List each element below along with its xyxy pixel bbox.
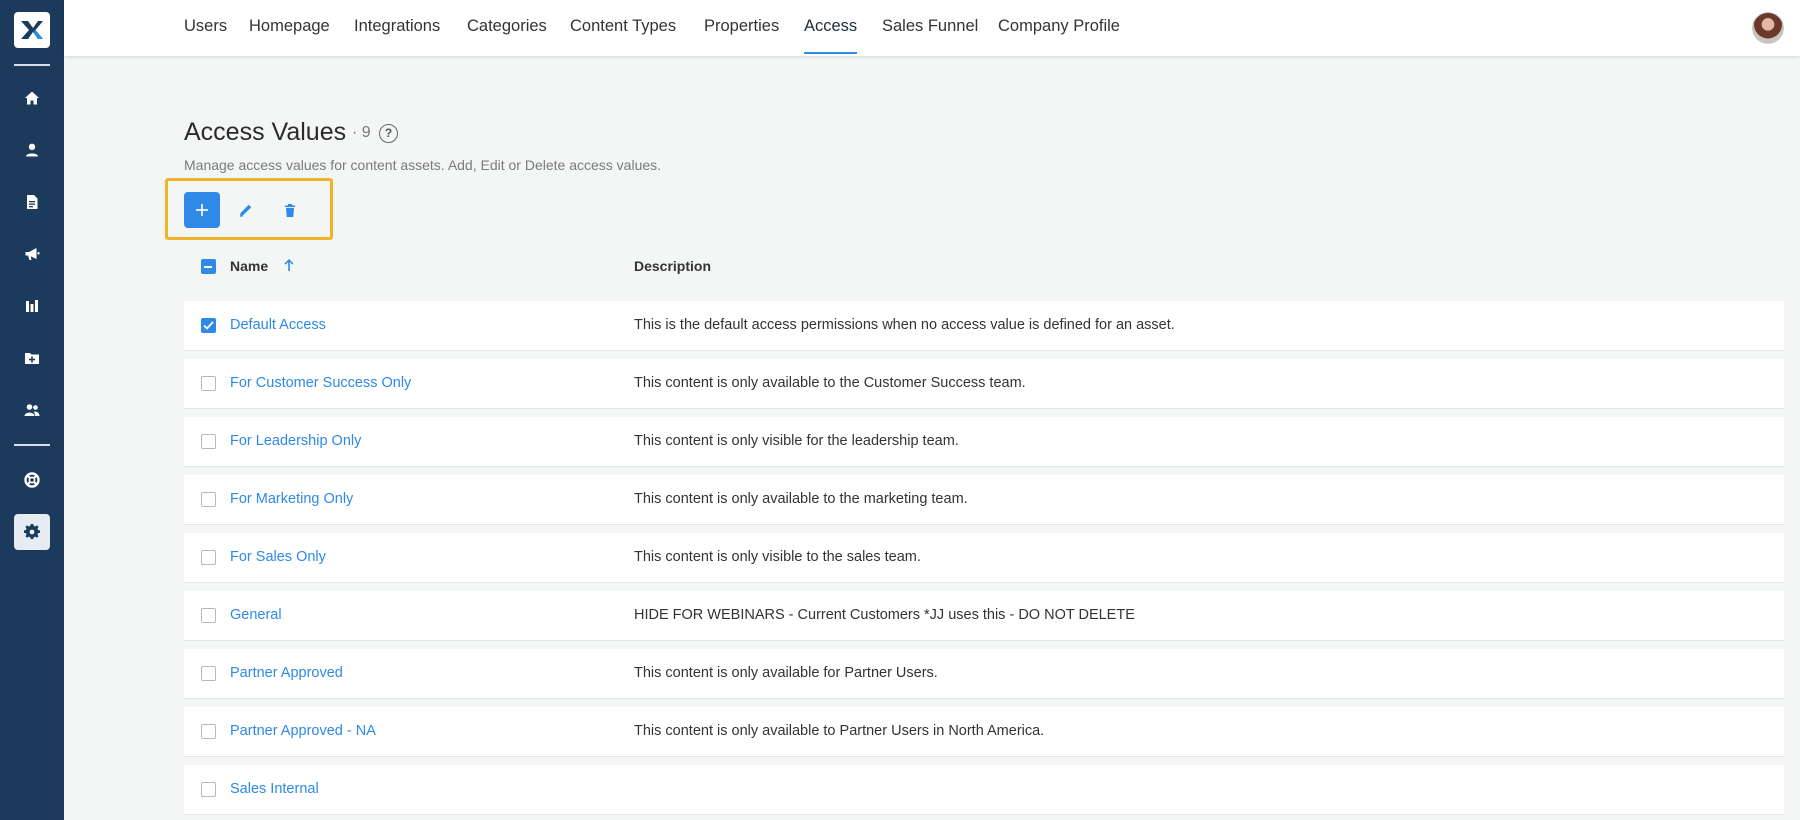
- logo-x-icon: [21, 21, 43, 39]
- delete-button[interactable]: [272, 192, 308, 228]
- table-row[interactable]: Partner Approved This content is only av…: [184, 649, 1784, 699]
- select-all-checkbox[interactable]: [201, 259, 216, 274]
- sidebar-item-home[interactable]: [14, 80, 50, 116]
- tab-categories[interactable]: Categories: [467, 0, 547, 56]
- plus-icon: [196, 204, 208, 216]
- sidebar-item-content[interactable]: [14, 184, 50, 220]
- row-checkbox[interactable]: [201, 608, 216, 623]
- row-name-link[interactable]: Partner Approved - NA: [230, 723, 376, 739]
- page-title: Access Values: [184, 118, 347, 146]
- gear-icon: [24, 524, 40, 540]
- top-navigation: Users Homepage Integrations Categories C…: [64, 0, 1800, 56]
- edit-button[interactable]: [228, 192, 264, 228]
- row-name-link[interactable]: General: [230, 607, 282, 623]
- document-icon: [27, 195, 38, 209]
- row-description: This content is only available to the ma…: [634, 491, 968, 507]
- row-checkbox[interactable]: [201, 724, 216, 739]
- row-name-link[interactable]: For Marketing Only: [230, 491, 353, 507]
- row-description: This content is only available to Partne…: [634, 723, 1045, 739]
- row-name-link[interactable]: Default Access: [230, 317, 326, 333]
- tab-sales-funnel[interactable]: Sales Funnel: [882, 0, 978, 56]
- table-row[interactable]: General HIDE FOR WEBINARS - Current Cust…: [184, 591, 1784, 641]
- row-checkbox[interactable]: [201, 666, 216, 681]
- row-description: This content is only available to the Cu…: [634, 375, 1026, 391]
- folder-add-icon: [25, 353, 39, 364]
- arrow-up-icon[interactable]: [283, 258, 295, 272]
- row-checkbox[interactable]: [201, 550, 216, 565]
- table-row[interactable]: For Marketing Only This content is only …: [184, 475, 1784, 525]
- row-checkbox[interactable]: [201, 318, 216, 333]
- tab-users[interactable]: Users: [184, 0, 227, 56]
- bar-chart-icon: [26, 300, 38, 312]
- table-row[interactable]: For Customer Success Only This content i…: [184, 359, 1784, 409]
- row-name-link[interactable]: Sales Internal: [230, 781, 319, 797]
- trash-icon: [285, 203, 295, 217]
- item-count: · 9: [352, 124, 371, 141]
- user-avatar[interactable]: [1752, 12, 1784, 44]
- sidebar-item-settings[interactable]: [14, 514, 50, 550]
- app-logo[interactable]: [14, 12, 50, 48]
- sidebar-item-analytics[interactable]: [14, 288, 50, 324]
- column-header-description: Description: [634, 258, 712, 274]
- row-name-link[interactable]: For Leadership Only: [230, 433, 361, 449]
- row-description: This content is only available for Partn…: [634, 665, 938, 681]
- add-button[interactable]: [184, 192, 220, 228]
- users-icon: [24, 404, 40, 416]
- row-name-link[interactable]: For Customer Success Only: [230, 375, 411, 391]
- page-subtitle: Manage access values for content assets.…: [184, 157, 662, 173]
- table-row[interactable]: For Leadership Only This content is only…: [184, 417, 1784, 467]
- megaphone-icon: [25, 248, 40, 260]
- checkmark-icon: [203, 321, 214, 330]
- row-checkbox[interactable]: [201, 376, 216, 391]
- row-name-link[interactable]: Partner Approved: [230, 665, 343, 681]
- sidebar-item-campaigns[interactable]: [14, 236, 50, 272]
- row-checkbox[interactable]: [201, 782, 216, 797]
- tab-company-profile[interactable]: Company Profile: [998, 0, 1120, 56]
- sidebar-item-users[interactable]: [14, 132, 50, 168]
- row-description: HIDE FOR WEBINARS - Current Customers *J…: [634, 607, 1135, 623]
- row-description: This content is only visible to the sale…: [634, 549, 921, 565]
- lifebuoy-icon: [24, 472, 40, 488]
- row-name-link[interactable]: For Sales Only: [230, 549, 326, 565]
- column-header-name[interactable]: Name: [230, 258, 268, 274]
- row-checkbox[interactable]: [201, 434, 216, 449]
- table-row[interactable]: Partner Approved - NA This content is on…: [184, 707, 1784, 757]
- pencil-icon: [239, 204, 252, 217]
- sidebar-divider: [14, 444, 50, 446]
- row-description: This content is only visible for the lea…: [634, 433, 959, 449]
- row-checkbox[interactable]: [201, 492, 216, 507]
- sidebar-item-teams[interactable]: [14, 392, 50, 428]
- tab-content-types[interactable]: Content Types: [570, 0, 676, 56]
- sidebar-item-support[interactable]: [14, 462, 50, 498]
- table-row[interactable]: Default Access This is the default acces…: [184, 301, 1784, 351]
- table-row[interactable]: For Sales Only This content is only visi…: [184, 533, 1784, 583]
- tab-integrations[interactable]: Integrations: [354, 0, 440, 56]
- help-icon[interactable]: ?: [379, 124, 398, 143]
- table-row[interactable]: Sales Internal: [184, 765, 1784, 815]
- sidebar-divider: [14, 64, 50, 66]
- sidebar: [0, 0, 64, 820]
- tab-access[interactable]: Access: [804, 0, 858, 56]
- home-icon: [25, 91, 39, 105]
- sidebar-item-folders[interactable]: [14, 340, 50, 376]
- user-icon: [26, 143, 38, 157]
- tab-homepage[interactable]: Homepage: [249, 0, 330, 56]
- tab-properties[interactable]: Properties: [704, 0, 779, 56]
- row-description: This is the default access permissions w…: [634, 317, 1175, 333]
